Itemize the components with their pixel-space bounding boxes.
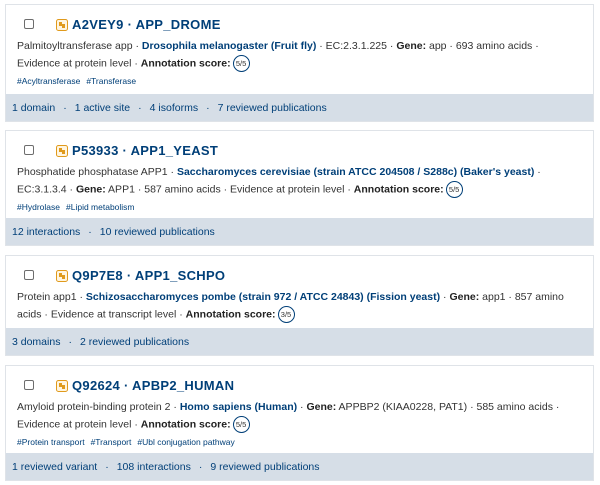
- stat-link[interactable]: 1 reviewed variant: [12, 461, 97, 473]
- stat-link[interactable]: 7 reviewed publications: [218, 102, 327, 114]
- gene-label: Gene:: [396, 40, 427, 52]
- entry-description: Phosphatide phosphatase APP1 · Saccharom…: [6, 164, 593, 198]
- organism-link[interactable]: Homo sapiens (Human): [180, 401, 297, 413]
- keyword-tag[interactable]: #Transferase: [86, 76, 136, 86]
- entry-title-link[interactable]: P53933 · APP1_YEAST: [72, 143, 218, 158]
- result-card: P53933 · APP1_YEAST Phosphatide phosphata…: [5, 130, 594, 246]
- reviewed-star-icon: [56, 144, 68, 157]
- card-header: P53933 · APP1_YEAST: [6, 139, 593, 161]
- keyword-tags: #Protein transport #Transport #Ubl conjuga…: [6, 435, 593, 449]
- stat-separator: ·: [68, 335, 72, 348]
- keyword-tag[interactable]: #Lipid metabolism: [66, 202, 135, 212]
- entry-meta: · EC:2.3.1.225 ·: [316, 40, 397, 52]
- keyword-tag[interactable]: #Ubl conjugation pathway: [137, 437, 234, 447]
- select-checkbox[interactable]: [24, 380, 34, 390]
- annotation-score-label: Annotation score:: [140, 418, 231, 431]
- annotation-score-badge: 5/5: [232, 416, 250, 433]
- result-card: Q9P7E8 · APP1_SCHPO Protein app1 · Schizo…: [5, 255, 594, 356]
- card-header: Q9P7E8 · APP1_SCHPO: [6, 264, 593, 286]
- entry-description: Palmitoyltransferase app · Drosophila me…: [6, 38, 593, 72]
- gene-label: Gene:: [75, 183, 106, 196]
- card-footer-stats: 3 domains · 2 reviewed publications: [6, 328, 593, 355]
- stat-link[interactable]: 108 interactions: [117, 461, 191, 473]
- gene-and-evidence: APP1 · 587 amino acids · Evidence at pro…: [105, 183, 354, 196]
- stat-separator: ·: [88, 225, 92, 238]
- gene-label: Gene:: [306, 401, 337, 413]
- entry-description: Amyloid protein-binding protein 2 · Homo…: [6, 399, 593, 433]
- card-header: Q92624 · APBP2_HUMAN: [6, 374, 593, 396]
- reviewed-star-icon: [56, 269, 68, 282]
- stat-link[interactable]: 4 isoforms: [150, 102, 198, 114]
- select-checkbox[interactable]: [24, 19, 34, 29]
- entry-title-link[interactable]: Q92624 · APBP2_HUMAN: [72, 378, 234, 393]
- organism-link[interactable]: Saccharomyces cerevisiae (strain ATCC 20…: [177, 166, 534, 178]
- organism-link[interactable]: Drosophila melanogaster (Fruit fly): [142, 40, 316, 52]
- select-checkbox[interactable]: [24, 145, 34, 155]
- annotation-score-label: Annotation score:: [185, 308, 276, 321]
- keyword-tag[interactable]: #Protein transport: [17, 437, 85, 447]
- entry-title-link[interactable]: Q9P7E8 · APP1_SCHPO: [72, 268, 225, 283]
- stat-separator: ·: [138, 101, 142, 114]
- gene-label: Gene:: [449, 291, 480, 303]
- reviewed-star-icon: [56, 18, 68, 31]
- select-checkbox[interactable]: [24, 270, 34, 280]
- protein-name: Palmitoyltransferase app ·: [17, 40, 142, 52]
- stat-link[interactable]: 1 active site: [75, 102, 130, 114]
- keyword-tags: #Acyltransferase #Transferase: [6, 74, 593, 88]
- annotation-score-badge: 5/5: [445, 181, 463, 198]
- stat-link[interactable]: 2 reviewed publications: [80, 336, 189, 348]
- protein-name: Amyloid protein-binding protein 2 ·: [17, 401, 180, 413]
- stat-separator: ·: [206, 101, 210, 114]
- card-footer-stats: 1 domain · 1 active site · 4 isoforms · 7 revi…: [6, 94, 593, 121]
- keyword-tag[interactable]: #Acyltransferase: [17, 76, 80, 86]
- result-card: A2VEY9 · APP_DROME Palmitoyltransferase a…: [5, 4, 594, 122]
- annotation-score-label: Annotation score:: [353, 183, 444, 196]
- card-header: A2VEY9 · APP_DROME: [6, 13, 593, 35]
- protein-name: Protein app1 ·: [17, 291, 86, 303]
- annotation-score-badge: 5/5: [232, 55, 250, 72]
- stat-separator: ·: [105, 460, 109, 473]
- protein-name: Phosphatide phosphatase APP1 ·: [17, 166, 177, 178]
- keyword-tags: #Hydrolase #Lipid metabolism: [6, 200, 593, 214]
- stat-separator: ·: [198, 460, 203, 473]
- keyword-tag[interactable]: #Hydrolase: [17, 202, 60, 212]
- card-footer-stats: 1 reviewed variant · 108 interactions · 9 re…: [6, 453, 593, 480]
- card-footer-stats: 12 interactions · 10 reviewed publications: [6, 218, 593, 245]
- annotation-score-badge: 3/5: [277, 306, 295, 323]
- stat-link[interactable]: 3 domains: [12, 336, 60, 348]
- organism-link[interactable]: Schizosaccharomyces pombe (strain 972 / …: [86, 291, 440, 303]
- reviewed-star-icon: [56, 379, 68, 392]
- entry-description: Protein app1 · Schizosaccharomyces pombe…: [6, 289, 593, 323]
- stat-link[interactable]: 9 reviewed publications: [210, 461, 319, 473]
- stat-link[interactable]: 12 interactions: [12, 226, 80, 238]
- keyword-tag[interactable]: #Transport: [91, 437, 132, 447]
- result-card: Q92624 · APBP2_HUMAN Amyloid protein-bind…: [5, 365, 594, 481]
- entry-title-link[interactable]: A2VEY9 · APP_DROME: [72, 17, 221, 32]
- annotation-score-label: Annotation score:: [140, 57, 231, 70]
- stat-link[interactable]: 10 reviewed publications: [100, 226, 215, 238]
- stat-link[interactable]: 1 domain: [12, 102, 55, 114]
- stat-separator: ·: [63, 101, 67, 114]
